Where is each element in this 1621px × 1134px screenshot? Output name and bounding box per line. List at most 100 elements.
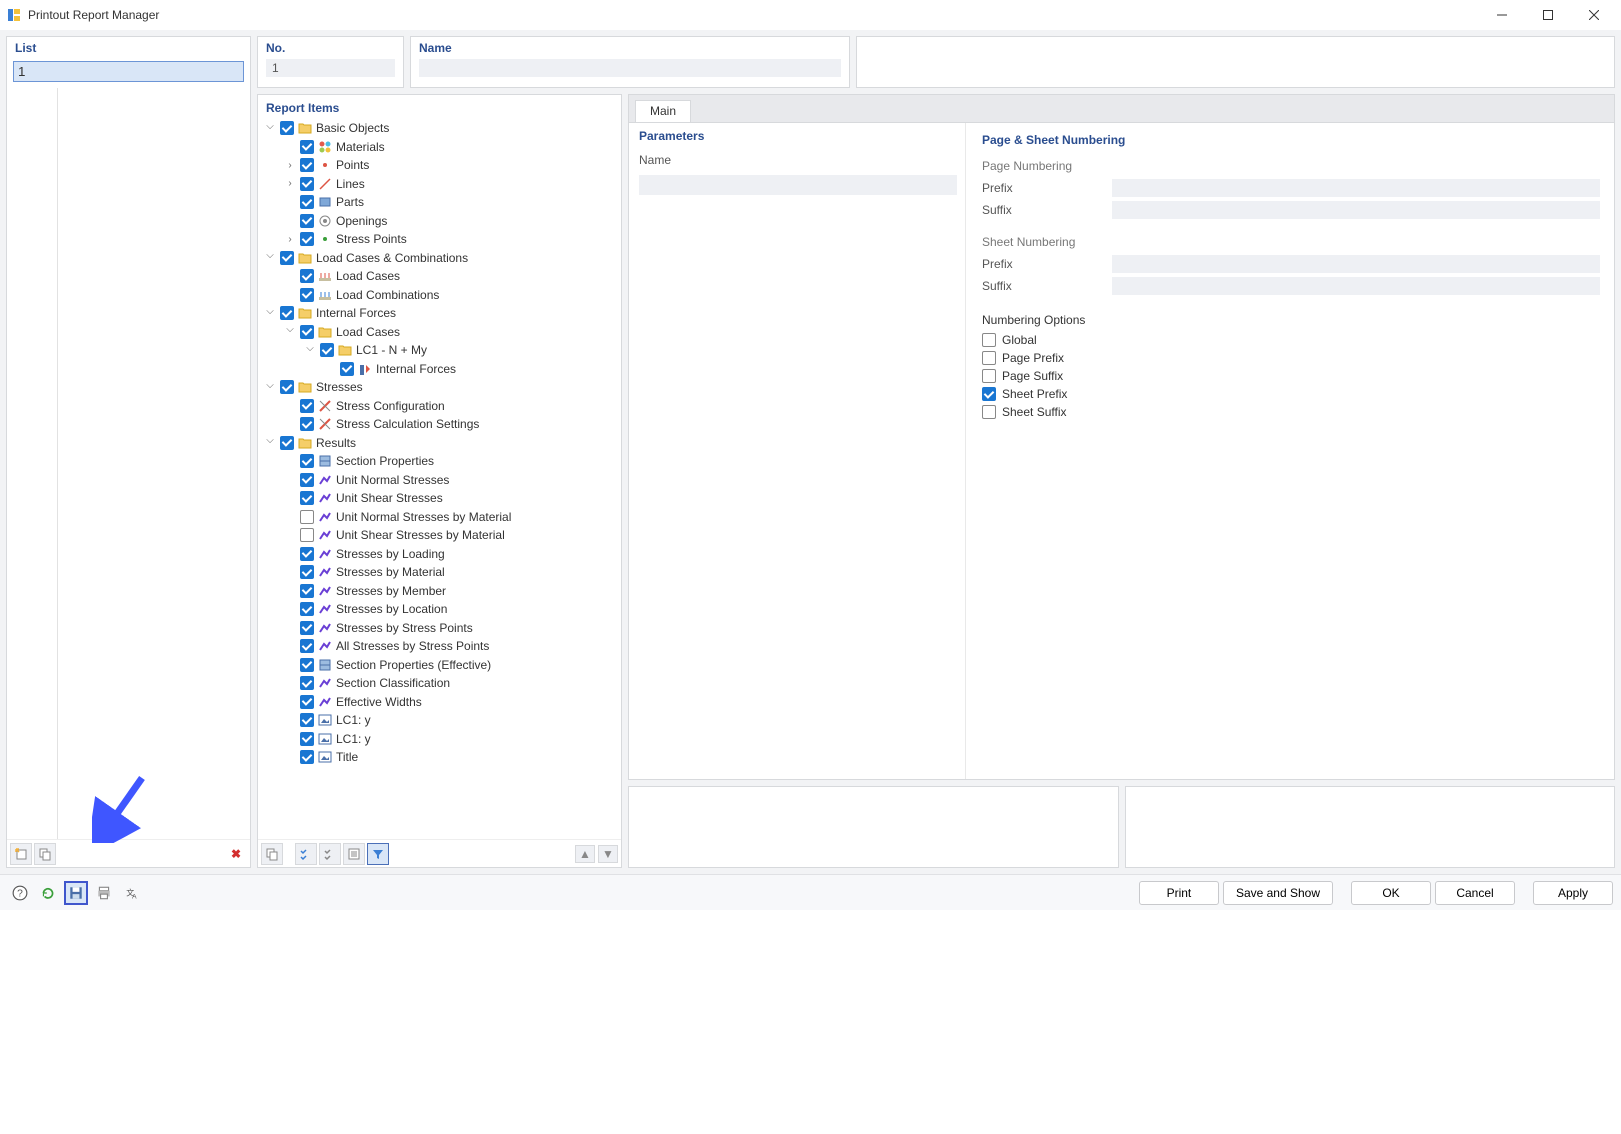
sheet-suffix-checkbox[interactable] xyxy=(982,405,996,419)
help-button[interactable] xyxy=(8,881,32,905)
tree-checkbox[interactable] xyxy=(300,269,314,283)
refresh-button[interactable] xyxy=(36,881,60,905)
maximize-button[interactable] xyxy=(1525,0,1571,30)
expand-toggle[interactable]: ⌵ xyxy=(264,120,276,132)
expand-toggle[interactable]: ⌵ xyxy=(264,379,276,391)
tree[interactable]: ⌵Basic ObjectsMaterials›Points›LinesPart… xyxy=(258,117,621,839)
expand-toggle[interactable] xyxy=(284,714,296,726)
page-suffix-checkbox[interactable] xyxy=(982,369,996,383)
tree-row[interactable]: Parts xyxy=(264,193,615,212)
new-item-button[interactable] xyxy=(261,843,283,865)
tree-row[interactable]: Section Properties xyxy=(264,452,615,471)
param-name-input[interactable] xyxy=(639,175,957,195)
expand-toggle[interactable] xyxy=(284,141,296,153)
tree-row[interactable]: Title xyxy=(264,748,615,767)
tree-checkbox[interactable] xyxy=(300,732,314,746)
tree-row[interactable]: Stresses by Member xyxy=(264,582,615,601)
tree-row[interactable]: Stress Calculation Settings xyxy=(264,415,615,434)
delete-button[interactable]: ✖ xyxy=(225,843,247,865)
tree-row[interactable]: Effective Widths xyxy=(264,693,615,712)
expand-toggle[interactable]: › xyxy=(284,233,296,245)
expand-toggle[interactable] xyxy=(284,215,296,227)
print-setup-button[interactable] xyxy=(92,881,116,905)
expand-toggle[interactable] xyxy=(284,455,296,467)
tree-row[interactable]: ›Stress Points xyxy=(264,230,615,249)
tree-row[interactable]: ⌵Results xyxy=(264,434,615,453)
expand-toggle[interactable] xyxy=(284,529,296,541)
expand-toggle[interactable] xyxy=(284,659,296,671)
expand-toggle[interactable]: ⌵ xyxy=(264,250,276,262)
move-down-button[interactable]: ▼ xyxy=(598,845,618,863)
expand-toggle[interactable] xyxy=(284,585,296,597)
list-input[interactable] xyxy=(13,61,244,82)
tree-row[interactable]: Stress Configuration xyxy=(264,397,615,416)
copy-button[interactable] xyxy=(34,843,56,865)
new-button[interactable] xyxy=(10,843,32,865)
save-and-show-button[interactable]: Save and Show xyxy=(1223,881,1333,905)
expand-toggle[interactable] xyxy=(284,196,296,208)
tree-checkbox[interactable] xyxy=(300,639,314,653)
move-up-button[interactable]: ▲ xyxy=(575,845,595,863)
page-suffix-input[interactable] xyxy=(1112,201,1600,219)
expand-toggle[interactable] xyxy=(284,733,296,745)
tree-row[interactable]: Section Classification xyxy=(264,674,615,693)
tree-row[interactable]: ⌵Basic Objects xyxy=(264,119,615,138)
tree-checkbox[interactable] xyxy=(280,121,294,135)
page-prefix-input[interactable] xyxy=(1112,179,1600,197)
tree-checkbox[interactable] xyxy=(300,602,314,616)
tree-checkbox[interactable] xyxy=(300,565,314,579)
tree-checkbox[interactable] xyxy=(280,251,294,265)
tree-row[interactable]: Unit Shear Stresses xyxy=(264,489,615,508)
name-field[interactable] xyxy=(419,59,841,77)
expand-toggle[interactable] xyxy=(284,474,296,486)
tree-row[interactable]: Stresses by Stress Points xyxy=(264,619,615,638)
tree-row[interactable]: All Stresses by Stress Points xyxy=(264,637,615,656)
tree-checkbox[interactable] xyxy=(300,713,314,727)
expand-toggle[interactable]: ⌵ xyxy=(264,435,276,447)
expand-toggle[interactable]: › xyxy=(284,178,296,190)
sheet-prefix-input[interactable] xyxy=(1112,255,1600,273)
apply-button[interactable]: Apply xyxy=(1533,881,1613,905)
tree-row[interactable]: Unit Shear Stresses by Material xyxy=(264,526,615,545)
tree-row[interactable]: ⌵LC1 - N + My xyxy=(264,341,615,360)
tree-row[interactable]: Internal Forces xyxy=(264,360,615,379)
tree-row[interactable]: Load Combinations xyxy=(264,286,615,305)
tree-checkbox[interactable] xyxy=(300,177,314,191)
tree-checkbox[interactable] xyxy=(300,510,314,524)
tree-row[interactable]: LC1: y xyxy=(264,711,615,730)
tree-checkbox[interactable] xyxy=(300,195,314,209)
expand-toggle[interactable]: ⌵ xyxy=(304,342,316,354)
close-button[interactable] xyxy=(1571,0,1617,30)
tree-checkbox[interactable] xyxy=(300,288,314,302)
tree-checkbox[interactable] xyxy=(300,584,314,598)
expand-toggle[interactable] xyxy=(284,677,296,689)
tree-row[interactable]: ⌵Stresses xyxy=(264,378,615,397)
tree-checkbox[interactable] xyxy=(320,343,334,357)
tree-row[interactable]: Openings xyxy=(264,212,615,231)
expand-toggle[interactable] xyxy=(324,363,336,375)
minimize-button[interactable] xyxy=(1479,0,1525,30)
tree-checkbox[interactable] xyxy=(300,140,314,154)
tree-checkbox[interactable] xyxy=(300,676,314,690)
tree-row[interactable]: ›Points xyxy=(264,156,615,175)
expand-toggle[interactable] xyxy=(284,492,296,504)
tree-checkbox[interactable] xyxy=(300,399,314,413)
filter-button[interactable] xyxy=(367,843,389,865)
expand-toggle[interactable] xyxy=(284,289,296,301)
tree-row[interactable]: Section Properties (Effective) xyxy=(264,656,615,675)
check-all-button[interactable] xyxy=(295,843,317,865)
tree-checkbox[interactable] xyxy=(300,695,314,709)
tree-checkbox[interactable] xyxy=(340,362,354,376)
tree-checkbox[interactable] xyxy=(300,658,314,672)
page-prefix-checkbox[interactable] xyxy=(982,351,996,365)
tree-checkbox[interactable] xyxy=(300,621,314,635)
tree-row[interactable]: Unit Normal Stresses by Material xyxy=(264,508,615,527)
save-template-button[interactable] xyxy=(64,881,88,905)
tree-checkbox[interactable] xyxy=(280,380,294,394)
tab-main[interactable]: Main xyxy=(635,100,691,122)
tree-row[interactable]: Stresses by Location xyxy=(264,600,615,619)
tree-row[interactable]: Load Cases xyxy=(264,267,615,286)
tree-row[interactable]: ⌵Load Cases xyxy=(264,323,615,342)
tree-checkbox[interactable] xyxy=(280,306,294,320)
tree-checkbox[interactable] xyxy=(300,325,314,339)
